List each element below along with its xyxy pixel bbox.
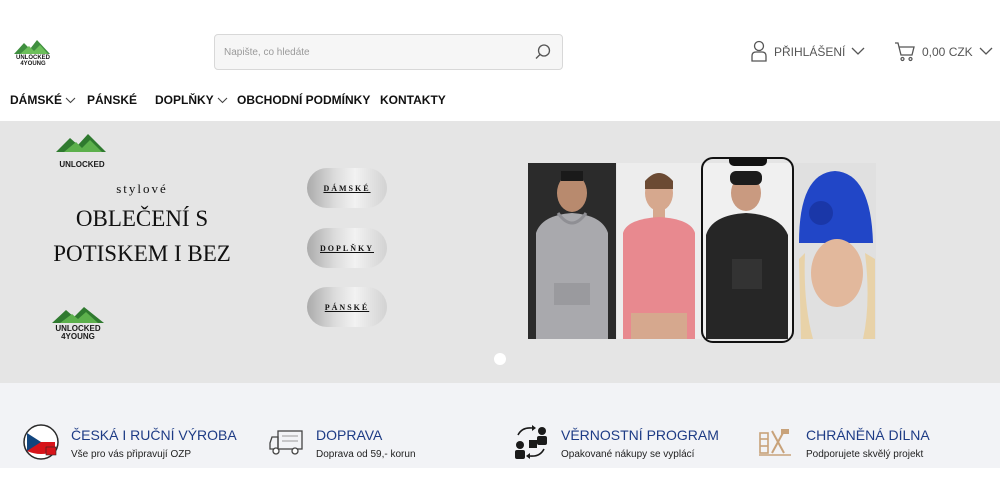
logo-mountains-icon: UNLOCKED 4YOUNG (52, 307, 104, 341)
nav-item-label: DOPLŇKY (155, 93, 214, 107)
feature-subtitle: Opakované nákupy se vyplácí (561, 449, 695, 460)
slider-dot[interactable] (494, 353, 506, 365)
page: UNLOCKED 4YOUNG PŘIHLÁŠENÍ (0, 0, 1000, 500)
workshop-icon (757, 423, 795, 461)
header: UNLOCKED 4YOUNG PŘIHLÁŠENÍ (0, 0, 1000, 90)
hero-logo-bottom: UNLOCKED 4YOUNG (48, 305, 112, 341)
nav-item-label: PÁNSKÉ (87, 93, 138, 107)
hero-logo-top-text: UNLOCKED (59, 160, 105, 169)
phone-frame (701, 157, 794, 343)
chevron-down-icon (217, 93, 228, 107)
logo-text-line2: 4YOUNG (20, 61, 46, 67)
chevron-down-icon (65, 93, 76, 107)
chevron-down-icon (979, 45, 993, 59)
nav-item-damske[interactable]: DÁMSKÉ (10, 88, 76, 112)
nav-item-label: KONTAKTY (380, 93, 446, 107)
cart-button[interactable]: 0,00 CZK (894, 40, 993, 64)
search-input[interactable] (215, 35, 525, 69)
main-nav: DÁMSKÉ PÁNSKÉ DOPLŇKY OBCHODNÍ PODMÍNKY … (0, 88, 1000, 112)
nav-item-label: DÁMSKÉ (10, 93, 63, 107)
search-icon[interactable] (534, 43, 552, 61)
logo-mountains-icon: UNLOCKED (56, 134, 106, 169)
feature-title: DOPRAVA (316, 427, 383, 443)
hero-tagline-line2: POTISKEM I BEZ (53, 241, 231, 266)
nav-item-panske[interactable]: PÁNSKÉ (87, 88, 137, 112)
cart-icon (894, 40, 916, 65)
feature-subtitle: Doprava od 59,- korun (316, 449, 416, 460)
hero-tagline-line1: OBLEČENÍ S (75, 206, 209, 231)
hero-tagline-small: stylové (116, 181, 168, 196)
feature-subtitle: Vše pro vás připravují OZP (71, 449, 192, 460)
search-box (214, 34, 563, 70)
logo-mountains-icon: UNLOCKED 4YOUNG (14, 40, 51, 67)
phone-notch (729, 158, 767, 166)
feature-title: CHRÁNĚNÁ DÍLNA (806, 427, 930, 443)
nav-item-obchodni-podminky[interactable]: OBCHODNÍ PODMÍNKY (237, 88, 370, 112)
photo-woman-blue-beanie (793, 163, 876, 339)
chevron-down-icon (851, 45, 865, 59)
photo-man-hoodie (528, 163, 616, 339)
truck-icon (268, 423, 306, 461)
feature-title: VĚRNOSTNÍ PROGRAM (561, 427, 719, 443)
nav-item-kontakty[interactable]: KONTAKTY (380, 88, 446, 112)
hero-button-panske[interactable]: PÁNSKÉ (307, 287, 387, 327)
login-label: PŘIHLÁŠENÍ (774, 45, 846, 59)
cart-total: 0,00 CZK (922, 45, 973, 59)
loyalty-icon (512, 423, 550, 461)
photo-woman-pink-top (617, 163, 701, 339)
czech-flag-icon (22, 423, 60, 461)
hero-banner[interactable]: UNLOCKED stylové OBLEČENÍ S POTISKEM I B… (0, 121, 1000, 383)
nav-item-doplnky[interactable]: DOPLŇKY (155, 88, 228, 112)
hero-button-doplnky[interactable]: DOPLŇKY (307, 228, 387, 268)
feature-title: ČESKÁ I RUČNÍ VÝROBA (71, 427, 237, 443)
feature-subtitle: Podporujete skvělý projekt (806, 449, 924, 460)
login-button[interactable]: PŘIHLÁŠENÍ (750, 40, 865, 64)
user-icon (750, 40, 768, 65)
hero-logo-top: UNLOCKED (50, 130, 114, 170)
hero-button-damske[interactable]: DÁMSKÉ (307, 168, 387, 208)
nav-item-label: OBCHODNÍ PODMÍNKY (237, 93, 371, 107)
site-logo[interactable]: UNLOCKED 4YOUNG (10, 38, 56, 68)
features-bar: ČESKÁ I RUČNÍ VÝROBA Vše pro vás připrav… (0, 383, 1000, 468)
hero-logo-bottom-line2: 4YOUNG (61, 332, 95, 341)
hero-tagline: OBLEČENÍ S POTISKEM I BEZ (42, 201, 242, 271)
